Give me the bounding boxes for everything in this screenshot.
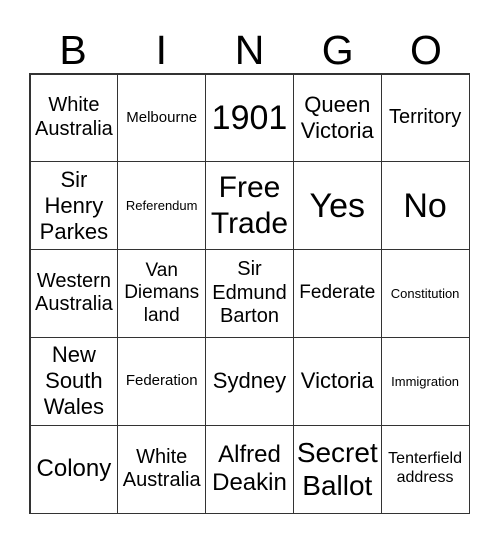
bingo-cell[interactable]: Free Trade <box>205 161 294 251</box>
bingo-cell[interactable]: Tenterfield address <box>380 424 470 514</box>
bingo-cell-text: Alfred Deakin <box>212 440 287 497</box>
bingo-cell-text: Sir Edmund Barton <box>212 258 287 328</box>
bingo-cell[interactable]: White Australia <box>117 424 207 514</box>
bingo-cell-text: Secret Ballot <box>296 437 378 502</box>
bingo-cell[interactable]: White Australia <box>29 73 119 163</box>
header-letter-o: O <box>409 27 442 73</box>
bingo-cell[interactable]: Colony <box>29 424 119 514</box>
header-letter-b: B <box>59 27 87 73</box>
bingo-cell[interactable]: Van Diemans land <box>117 249 207 338</box>
header-letter-g: G <box>321 27 354 73</box>
bingo-cell-text: Colony <box>36 454 112 482</box>
bingo-cell[interactable]: Sydney <box>205 336 294 426</box>
bingo-cell-text: Melbourne <box>126 109 198 127</box>
header-letter-n: N <box>234 27 265 73</box>
bingo-cell[interactable]: Western Australia <box>29 249 119 338</box>
bingo-cell-text: Territory <box>388 106 462 129</box>
bingo-cell-text: Van Diemans land <box>124 259 200 326</box>
bingo-cell[interactable]: Federate <box>292 249 382 338</box>
bingo-cell[interactable]: Alfred Deakin <box>205 424 294 514</box>
bingo-cell-text: Yes <box>309 186 366 225</box>
bingo-cell-text: Federate <box>299 282 376 304</box>
bingo-cell-text: Queen Victoria <box>300 91 374 143</box>
bingo-cell[interactable]: Immigration <box>380 336 470 426</box>
bingo-header: B I N G O <box>29 28 470 72</box>
bingo-cell[interactable]: Sir Edmund Barton <box>205 249 294 338</box>
bingo-cell[interactable]: Territory <box>380 73 470 163</box>
header-letter-i: I <box>155 27 167 73</box>
bingo-cell-text: White Australia <box>34 94 113 140</box>
bingo-cell-text: No <box>403 186 447 225</box>
bingo-cell-text: Immigration <box>391 373 460 389</box>
bingo-cell[interactable]: Referendum <box>117 161 207 251</box>
bingo-cell[interactable]: Yes <box>292 161 382 251</box>
bingo-cell-text: Referendum <box>125 198 198 214</box>
bingo-cell[interactable]: New South Wales <box>29 336 119 426</box>
bingo-cell[interactable]: Federation <box>117 336 207 426</box>
bingo-grid: White Australia Melbourne 1901 Queen Victor… <box>29 73 470 514</box>
bingo-cell-text: Sir Henry Parkes <box>39 166 109 244</box>
bingo-cell-text: Constitution <box>390 285 460 301</box>
bingo-cell[interactable]: 1901 <box>205 73 294 163</box>
bingo-cell[interactable]: Constitution <box>380 249 470 338</box>
bingo-cell[interactable]: No <box>380 161 470 251</box>
bingo-cell-text: New South Wales <box>43 342 105 420</box>
bingo-cell-text: Victoria <box>300 368 374 394</box>
bingo-cell[interactable]: Victoria <box>292 336 382 426</box>
bingo-cell-text: 1901 <box>211 98 288 137</box>
bingo-cell[interactable]: Melbourne <box>117 73 207 163</box>
bingo-cell-text: Tenterfield address <box>388 450 462 487</box>
bingo-cell[interactable]: Secret Ballot <box>292 424 382 514</box>
bingo-cell-text: Federation <box>125 372 198 390</box>
bingo-cell-text: Western Australia <box>34 269 113 316</box>
bingo-cell-text: White Australia <box>122 445 201 492</box>
bingo-cell[interactable]: Sir Henry Parkes <box>29 161 119 251</box>
bingo-cell[interactable]: Queen Victoria <box>292 73 382 163</box>
bingo-cell-text: Free Trade <box>210 171 289 240</box>
bingo-cell-text: Sydney <box>212 368 287 394</box>
